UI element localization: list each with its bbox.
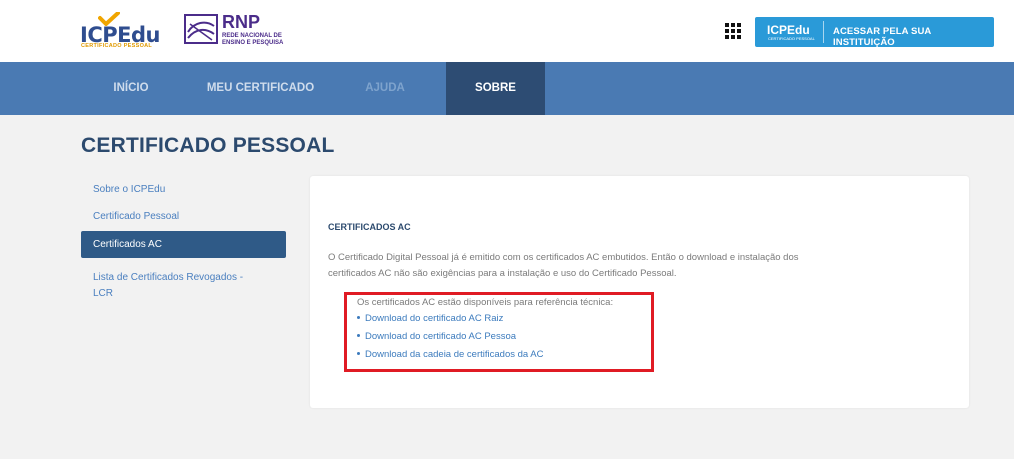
nav-item-inicio[interactable]: INÍCIO: [96, 62, 166, 115]
sidebar-item-label: Sobre o ICPEdu: [93, 184, 166, 195]
sidebar-item-label: Certificado Pessoal: [93, 211, 180, 222]
rnp-logo-line1: REDE NACIONAL DE: [222, 33, 282, 39]
nav-item-ajuda[interactable]: AJUDA: [350, 62, 420, 115]
sidebar-item-label-line1: Lista de Certificados Revogados -: [93, 272, 244, 283]
download-ac-pessoa-label: Download do certificado AC Pessoa: [365, 331, 517, 342]
main-nav: INÍCIO MEU CERTIFICADO AJUDA SOBRE: [0, 62, 1014, 115]
sidebar-item-label-line2: LCR: [93, 288, 114, 299]
section-title: CERTIFICADOS AC: [328, 222, 411, 232]
rnp-logo-title: RNP: [222, 12, 261, 32]
nav-item-sobre[interactable]: SOBRE: [446, 62, 545, 115]
sidebar-item-sobre-icpedu[interactable]: Sobre o ICPEdu: [81, 184, 286, 200]
download-cadeia-link[interactable]: Download da cadeia de certificados da AC: [357, 349, 544, 360]
sidebar-item-label: Lista de Certificados Revogados - LCR: [93, 270, 243, 302]
bullet-icon: [357, 315, 360, 319]
rnp-logo-line2: ENSINO E PESQUISA: [222, 40, 284, 46]
header: ICPEdu CERTIFICADO PESSOAL RNP REDE NACI…: [0, 0, 1014, 62]
intro-paragraph: O Certificado Digital Pessoal já é emiti…: [328, 250, 928, 282]
nav-item-meu-certificado[interactable]: MEU CERTIFICADO: [198, 62, 323, 115]
page-title: CERTIFICADO PESSOAL: [81, 134, 335, 157]
icpedu-logo[interactable]: ICPEdu CERTIFICADO PESSOAL: [80, 12, 175, 50]
grid-apps-icon[interactable]: [725, 23, 741, 39]
rnp-logo-subtitle: REDE NACIONAL DE ENSINO E PESQUISA: [222, 33, 283, 47]
sidebar-item-lista-revogados[interactable]: Lista de Certificados Revogados - LCR: [81, 270, 286, 304]
access-button-logo-word: ICPEdu: [767, 23, 810, 37]
sidebar-item-certificado-pessoal[interactable]: Certificado Pessoal: [81, 211, 286, 227]
content-card: CERTIFICADOS AC O Certificado Digital Pe…: [310, 176, 969, 408]
access-institution-button[interactable]: ICPEdu CERTIFICADO PESSOAL ACESSAR PELA …: [755, 17, 994, 48]
access-button-logo-sub: CERTIFICADO PESSOAL: [768, 36, 815, 41]
icpedu-logo-sub: CERTIFICADO PESSOAL: [81, 43, 153, 49]
access-button-divider: [823, 21, 824, 43]
intro-paragraph-line1: O Certificado Digital Pessoal já é emiti…: [328, 252, 799, 263]
access-button-label: ACESSAR PELA SUA INSTITUIÇÃO: [833, 26, 932, 48]
download-ac-raiz-link[interactable]: Download do certificado AC Raiz: [357, 313, 503, 324]
rnp-logo[interactable]: RNP REDE NACIONAL DE ENSINO E PESQUISA: [184, 12, 294, 48]
download-ac-raiz-label: Download do certificado AC Raiz: [365, 313, 504, 324]
bullet-icon: [357, 351, 360, 355]
download-cadeia-label: Download da cadeia de certificados da AC: [365, 349, 544, 360]
refs-intro-text: Os certificados AC estão disponíveis par…: [357, 297, 614, 308]
rnp-emblem-icon: [184, 14, 218, 44]
bullet-icon: [357, 333, 360, 337]
access-button-logo: ICPEdu CERTIFICADO PESSOAL: [763, 21, 821, 43]
certificate-links-box: Os certificados AC estão disponíveis par…: [344, 292, 654, 372]
download-ac-pessoa-link[interactable]: Download do certificado AC Pessoa: [357, 331, 516, 342]
sidebar-item-label: Certificados AC: [93, 239, 162, 250]
sidebar-item-certificados-ac[interactable]: Certificados AC: [81, 231, 286, 258]
intro-paragraph-line2: certificados AC não são exigências para …: [328, 268, 677, 279]
